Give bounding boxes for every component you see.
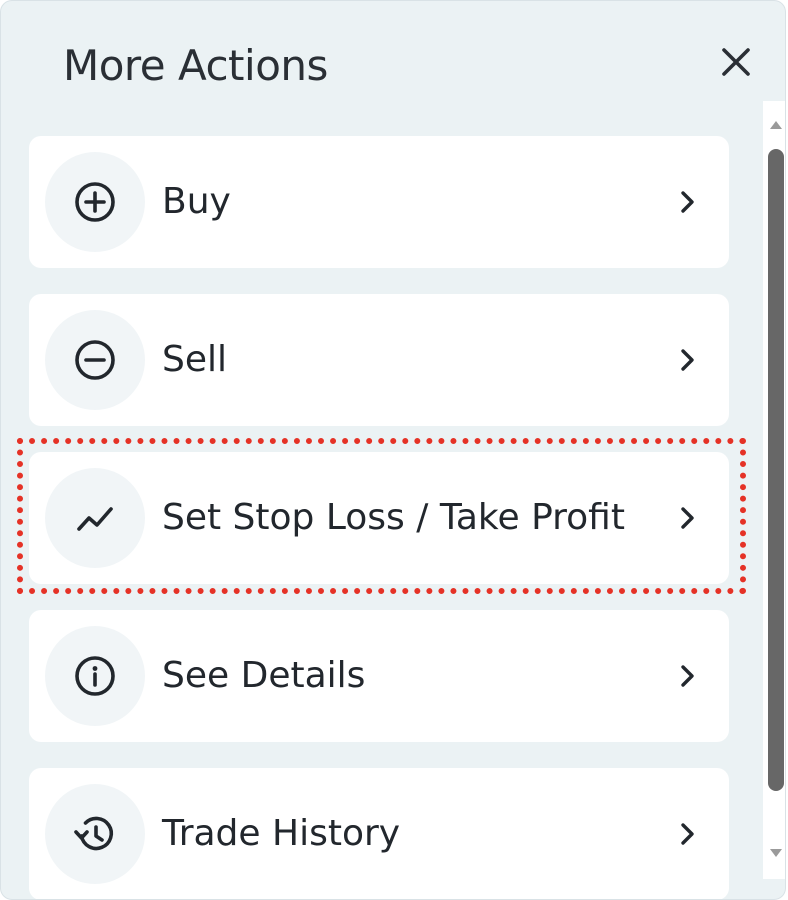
chevron-right-icon [681, 191, 694, 213]
actions-list: Buy Sell Set Stop Loss / Take Profit See… [29, 136, 729, 899]
action-label: Sell [162, 339, 228, 380]
action-label: Buy [162, 181, 231, 222]
more-actions-panel: More Actions Buy Sell Set Stop Loss / Ta… [0, 0, 786, 900]
action-label: See Details [162, 655, 366, 696]
icon-container [45, 626, 145, 726]
action-set-stop-loss-take-profit[interactable]: Set Stop Loss / Take Profit [29, 452, 729, 584]
chevron-right-icon [681, 823, 694, 845]
chevron-right-icon [681, 507, 694, 529]
info-circle-icon [75, 656, 115, 696]
action-label: Trade History [162, 813, 401, 854]
chevron-right-icon [681, 665, 694, 687]
history-icon [74, 816, 114, 851]
scroll-down-arrow-icon[interactable] [768, 847, 784, 861]
plus-circle-icon [75, 182, 115, 222]
icon-container [45, 468, 145, 568]
trend-line-icon [77, 507, 113, 531]
scrollbar[interactable] [763, 101, 785, 879]
chevron-right-icon [681, 349, 694, 371]
close-icon [722, 48, 750, 76]
minus-circle-icon [75, 340, 115, 380]
icon-container [45, 152, 145, 252]
scroll-thumb[interactable] [768, 149, 784, 791]
icon-container [45, 784, 145, 884]
close-button[interactable] [713, 39, 759, 85]
action-see-details[interactable]: See Details [29, 610, 729, 742]
panel-title: More Actions [63, 41, 328, 90]
scroll-up-arrow-icon[interactable] [768, 117, 784, 131]
action-label: Set Stop Loss / Take Profit [162, 497, 625, 538]
action-buy[interactable]: Buy [29, 136, 729, 268]
action-sell[interactable]: Sell [29, 294, 729, 426]
action-trade-history[interactable]: Trade History [29, 768, 729, 899]
icon-container [45, 310, 145, 410]
